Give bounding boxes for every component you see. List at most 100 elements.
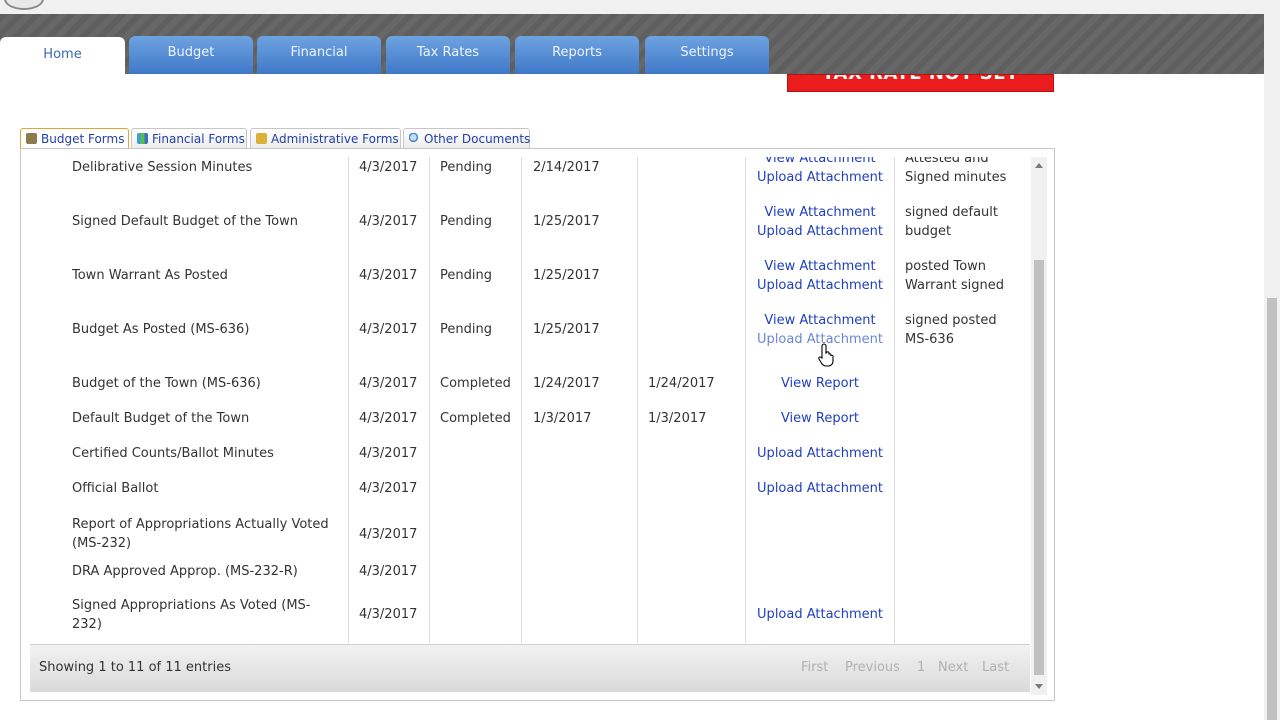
upload-attachment-link[interactable]: Upload Attachment bbox=[746, 605, 894, 624]
form-completed-date: 1/24/2017 bbox=[648, 376, 715, 391]
form-name: Official Ballot bbox=[72, 481, 159, 496]
town-seal-logo bbox=[4, 0, 44, 10]
view-report-link[interactable]: View Report bbox=[746, 409, 894, 428]
pager-page-1[interactable]: 1 bbox=[917, 660, 925, 675]
hand-cursor-icon bbox=[818, 343, 834, 367]
form-notes: signed posted MS-636 bbox=[905, 313, 997, 347]
form-date: 4/3/2017 bbox=[359, 527, 418, 542]
subtab-label: Other Documents bbox=[424, 132, 531, 146]
form-date: 4/3/2017 bbox=[359, 446, 418, 461]
table-row: Budget As Posted (MS-636) 4/3/2017 Pendi… bbox=[30, 313, 1030, 367]
table-row: Report of Appropriations Actually Voted … bbox=[30, 507, 1030, 561]
table-footer: Showing 1 to 11 of 11 entries First Prev… bbox=[30, 644, 1030, 692]
page-scrollbar[interactable] bbox=[1264, 0, 1280, 720]
form-status: Completed bbox=[440, 411, 511, 426]
table-row: Default Budget of the Town 4/3/2017 Comp… bbox=[30, 402, 1030, 437]
form-name: Budget of the Town (MS-636) bbox=[72, 376, 261, 391]
form-date: 4/3/2017 bbox=[359, 481, 418, 496]
form-date: 4/3/2017 bbox=[359, 160, 418, 175]
main-navigation: Home Budget Financial Tax Rates Reports … bbox=[0, 14, 1264, 77]
tab-budget[interactable]: Budget bbox=[129, 36, 253, 74]
form-name: Town Warrant As Posted bbox=[72, 268, 228, 283]
scroll-up-arrow-icon[interactable] bbox=[1035, 163, 1043, 168]
budget-forms-panel: Delibrative Session Minutes 4/3/2017 Pen… bbox=[20, 148, 1055, 701]
form-status: Pending bbox=[440, 214, 492, 229]
form-due-date: 1/3/2017 bbox=[533, 411, 592, 426]
subtab-label: Financial Forms bbox=[152, 132, 245, 146]
tab-home[interactable]: Home bbox=[0, 37, 125, 77]
table-scrollbar-thumb[interactable] bbox=[1034, 260, 1044, 675]
subtab-administrative-forms[interactable]: Administrative Forms bbox=[250, 128, 401, 149]
table-row: Budget of the Town (MS-636) 4/3/2017 Com… bbox=[30, 367, 1030, 402]
form-date: 4/3/2017 bbox=[359, 268, 418, 283]
form-name: Default Budget of the Town bbox=[72, 411, 250, 426]
form-name: Budget As Posted (MS-636) bbox=[72, 322, 250, 337]
form-notes: posted Town Warrant signed bbox=[905, 259, 1005, 293]
upload-attachment-link[interactable]: Upload Attachment bbox=[746, 444, 894, 463]
scroll-down-arrow-icon[interactable] bbox=[1035, 684, 1043, 689]
tab-settings[interactable]: Settings bbox=[645, 36, 769, 74]
pager-last[interactable]: Last bbox=[982, 660, 1009, 675]
form-status: Pending bbox=[440, 322, 492, 337]
table-row: Signed Appropriations As Voted (MS-232) … bbox=[30, 588, 1030, 643]
subtab-label: Budget Forms bbox=[41, 132, 125, 146]
view-attachment-link[interactable]: View Attachment bbox=[746, 257, 894, 276]
table-row: Official Ballot 4/3/2017 Upload Attachme… bbox=[30, 472, 1030, 507]
subtab-other-documents[interactable]: Other Documents bbox=[403, 128, 530, 149]
form-name: Delibrative Session Minutes bbox=[72, 160, 253, 175]
form-date: 4/3/2017 bbox=[359, 214, 418, 229]
pager-first[interactable]: First bbox=[801, 660, 828, 675]
form-name: Report of Appropriations Actually Voted … bbox=[72, 517, 329, 551]
table-row: Signed Default Budget of the Town 4/3/20… bbox=[30, 205, 1030, 259]
form-status: Pending bbox=[440, 268, 492, 283]
form-date: 4/3/2017 bbox=[359, 322, 418, 337]
page-scrollbar-thumb[interactable] bbox=[1267, 298, 1277, 720]
view-report-link[interactable]: View Report bbox=[746, 374, 894, 393]
forms-table: Delibrative Session Minutes 4/3/2017 Pen… bbox=[30, 157, 1030, 643]
form-due-date: 1/25/2017 bbox=[533, 268, 600, 283]
table-row: Town Warrant As Posted 4/3/2017 Pending … bbox=[30, 259, 1030, 313]
form-date: 4/3/2017 bbox=[359, 564, 418, 579]
table-row: Delibrative Session Minutes 4/3/2017 Pen… bbox=[30, 157, 1030, 205]
top-header-strip bbox=[0, 0, 1264, 14]
form-completed-date: 1/3/2017 bbox=[648, 411, 707, 426]
form-status: Pending bbox=[440, 160, 492, 175]
form-name: Certified Counts/Ballot Minutes bbox=[72, 446, 274, 461]
view-attachment-link[interactable]: View Attachment bbox=[746, 203, 894, 222]
tab-reports[interactable]: Reports bbox=[515, 36, 639, 74]
tab-tax-rates[interactable]: Tax Rates bbox=[386, 36, 510, 74]
upload-attachment-link[interactable]: Upload Attachment bbox=[746, 168, 894, 187]
upload-attachment-link[interactable]: Upload Attachment bbox=[746, 222, 894, 241]
form-notes: signed default budget bbox=[905, 205, 998, 239]
tab-financial[interactable]: Financial bbox=[257, 36, 381, 74]
view-attachment-link[interactable]: View Attachment bbox=[746, 157, 894, 168]
tax-rate-warning-text: TAX RATE NOT SET bbox=[788, 75, 1053, 84]
form-status: Completed bbox=[440, 376, 511, 391]
form-due-date: 2/14/2017 bbox=[533, 160, 600, 175]
table-row: Certified Counts/Ballot Minutes 4/3/2017… bbox=[30, 437, 1030, 472]
view-attachment-link[interactable]: View Attachment bbox=[746, 311, 894, 330]
form-name: Signed Appropriations As Voted (MS-232) bbox=[72, 598, 311, 632]
form-due-date: 1/24/2017 bbox=[533, 376, 600, 391]
form-due-date: 1/25/2017 bbox=[533, 322, 600, 337]
chart-icon bbox=[137, 133, 148, 144]
form-notes: Attested and Signed minutes bbox=[905, 157, 1007, 185]
subtab-budget-forms[interactable]: Budget Forms bbox=[20, 128, 129, 150]
form-date: 4/3/2017 bbox=[359, 411, 418, 426]
subtab-label: Administrative Forms bbox=[271, 132, 399, 146]
folder-icon bbox=[256, 133, 267, 144]
form-date: 4/3/2017 bbox=[359, 607, 418, 622]
form-name: DRA Approved Approp. (MS-232-R) bbox=[72, 564, 298, 579]
form-due-date: 1/25/2017 bbox=[533, 214, 600, 229]
form-date: 4/3/2017 bbox=[359, 376, 418, 391]
tax-rate-warning-banner: TAX RATE NOT SET bbox=[787, 74, 1054, 92]
form-name: Signed Default Budget of the Town bbox=[72, 214, 298, 229]
magnifier-icon bbox=[409, 133, 420, 144]
pager-previous[interactable]: Previous bbox=[845, 660, 900, 675]
entries-info: Showing 1 to 11 of 11 entries bbox=[39, 660, 231, 675]
upload-attachment-link[interactable]: Upload Attachment bbox=[746, 479, 894, 498]
subtab-financial-forms[interactable]: Financial Forms bbox=[131, 128, 247, 149]
pager-next[interactable]: Next bbox=[938, 660, 968, 675]
upload-attachment-link[interactable]: Upload Attachment bbox=[746, 276, 894, 295]
table-scrollbar[interactable] bbox=[1031, 157, 1047, 695]
